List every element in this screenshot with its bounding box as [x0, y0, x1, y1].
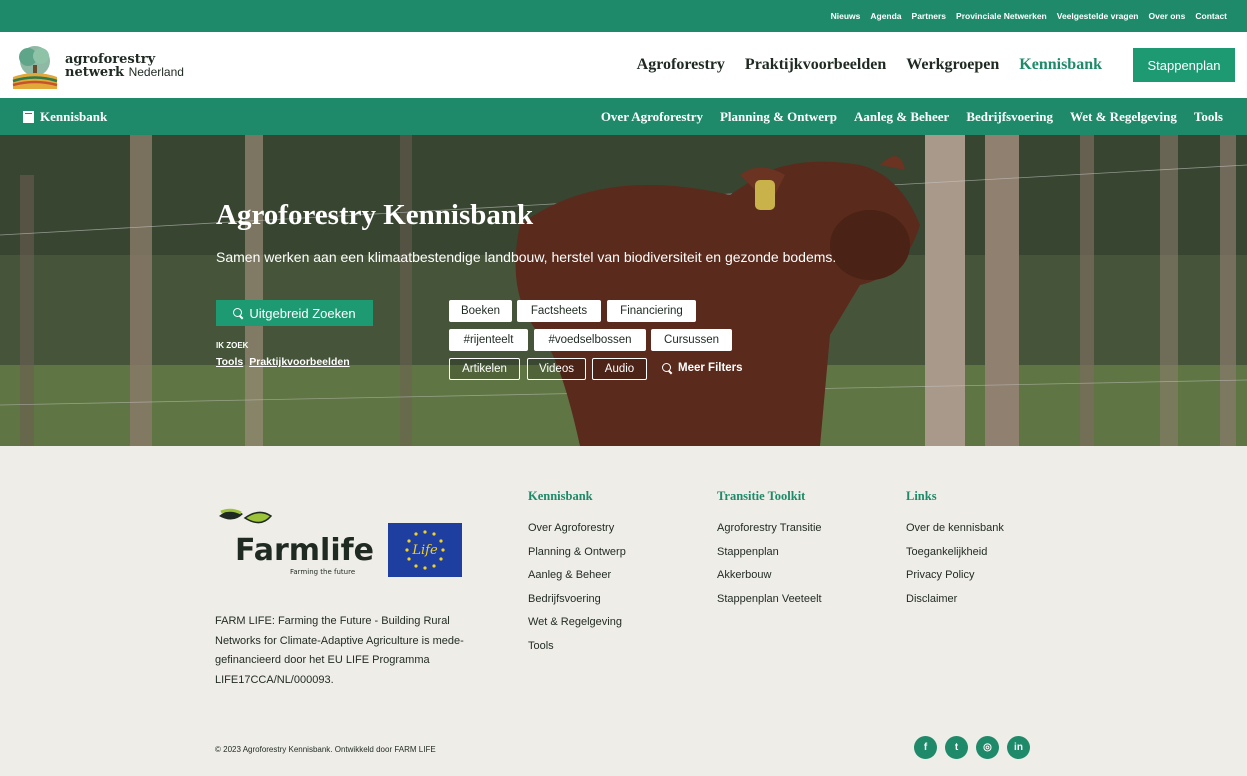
site-header: agroforestry netwerk Nederland Agrofores…: [0, 32, 1247, 98]
hero-background-image: [0, 135, 1247, 446]
hero-title: Agroforestry Kennisbank: [216, 199, 534, 231]
farmlife-logo: Farmlife Farming the future: [219, 508, 374, 576]
tag-voedselbossen[interactable]: #voedselbossen: [534, 329, 646, 351]
footer-col-kennisbank: Kennisbank Over Agroforestry Planning & …: [528, 489, 626, 658]
footer-col-transitie-toolkit: Transitie Toolkit Agroforestry Transitie…: [717, 489, 822, 611]
farmlife-wordmark: Farmlife: [235, 533, 374, 568]
advanced-search-label: Uitgebreid Zoeken: [249, 305, 356, 321]
ikzoek-link-tools[interactable]: Tools: [216, 356, 243, 368]
subnav-planning-ontwerp[interactable]: Planning & Ontwerp: [720, 109, 837, 125]
footer-link-tools[interactable]: Tools: [528, 635, 626, 659]
footer-link-agroforestry-transitie[interactable]: Agroforestry Transitie: [717, 517, 822, 541]
tag-financiering[interactable]: Financiering: [607, 300, 696, 322]
nav-agroforestry[interactable]: Agroforestry: [637, 56, 725, 74]
footer-link-wet-regelgeving[interactable]: Wet & Regelgeving: [528, 611, 626, 635]
utility-link-faq[interactable]: Veelgestelde vragen: [1057, 11, 1139, 21]
utility-link-agenda[interactable]: Agenda: [870, 11, 901, 21]
hero-banner: Agroforestry Kennisbank Samen werken aan…: [0, 135, 1247, 446]
footer-link-stappenplan-veeteelt[interactable]: Stappenplan Veeteelt: [717, 588, 822, 612]
footer-link-disclaimer[interactable]: Disclaimer: [906, 588, 1004, 612]
site-footer: Farmlife Farming the future Life FARM LI…: [0, 446, 1247, 776]
utility-link-contact[interactable]: Contact: [1195, 11, 1227, 21]
advanced-search-button[interactable]: Uitgebreid Zoeken: [216, 300, 373, 326]
nav-praktijkvoorbeelden[interactable]: Praktijkvoorbeelden: [745, 56, 886, 74]
footer-col-links: Links Over de kennisbank Toegankelijkhei…: [906, 489, 1004, 611]
kennisbank-home-label: Kennisbank: [40, 108, 108, 124]
subnav-bedrijfsvoering[interactable]: Bedrijfsvoering: [966, 109, 1053, 125]
eu-life-logo: Life: [388, 523, 462, 577]
subnav-aanleg-beheer[interactable]: Aanleg & Beheer: [854, 109, 949, 125]
linkedin-icon[interactable]: in: [1007, 736, 1030, 759]
more-filters-label: Meer Filters: [678, 362, 743, 374]
footer-link-aanleg-beheer[interactable]: Aanleg & Beheer: [528, 564, 626, 588]
logo-tree-icon: [12, 46, 58, 89]
utility-nav: Nieuws Agenda Partners Provinciale Netwe…: [831, 0, 1227, 32]
tag-cursussen[interactable]: Cursussen: [651, 329, 732, 351]
tag-rijenteelt[interactable]: #rijenteelt: [449, 329, 528, 351]
hero-subtitle: Samen werken aan een klimaatbestendige l…: [216, 249, 837, 265]
subnav-list: Over Agroforestry Planning & Ontwerp Aan…: [601, 98, 1223, 135]
footer-link-over-de-kennisbank[interactable]: Over de kennisbank: [906, 517, 1004, 541]
tag-boeken[interactable]: Boeken: [449, 300, 512, 322]
stappenplan-button[interactable]: Stappenplan: [1133, 48, 1235, 82]
nav-kennisbank[interactable]: Kennisbank: [1019, 56, 1102, 74]
nav-werkgroepen[interactable]: Werkgroepen: [906, 56, 999, 74]
footer-link-akkerbouw[interactable]: Akkerbouw: [717, 564, 822, 588]
footer-link-bedrijfsvoering[interactable]: Bedrijfsvoering: [528, 588, 626, 612]
utility-link-nieuws[interactable]: Nieuws: [831, 11, 861, 21]
tag-factsheets[interactable]: Factsheets: [517, 300, 601, 322]
ikzoek-label: IK ZOEK: [216, 341, 249, 350]
kennisbank-home-link[interactable]: Kennisbank: [23, 98, 107, 135]
utility-link-provinciale-netwerken[interactable]: Provinciale Netwerken: [956, 11, 1047, 21]
social-links: f t ◎ in: [914, 736, 1030, 759]
footer-link-planning-ontwerp[interactable]: Planning & Ontwerp: [528, 541, 626, 565]
tag-artikelen[interactable]: Artikelen: [449, 358, 520, 380]
book-icon: [23, 110, 34, 123]
subnav-tools[interactable]: Tools: [1194, 109, 1223, 125]
search-icon: [233, 308, 243, 318]
footer-link-stappenplan[interactable]: Stappenplan: [717, 541, 822, 565]
farmlife-description: FARM LIFE: Farming the Future - Building…: [215, 615, 464, 686]
tag-videos[interactable]: Videos: [527, 358, 586, 380]
subnav-over-agroforestry[interactable]: Over Agroforestry: [601, 109, 703, 125]
footer-link-over-agroforestry[interactable]: Over Agroforestry: [528, 517, 626, 541]
utility-link-over-ons[interactable]: Over ons: [1149, 11, 1186, 21]
main-nav: Agroforestry Praktijkvoorbeelden Werkgro…: [637, 32, 1102, 98]
filter-search-icon: [662, 363, 672, 373]
instagram-icon[interactable]: ◎: [976, 736, 999, 759]
logo-line-2-suffix: Nederland: [128, 64, 184, 79]
footer-link-privacy-policy[interactable]: Privacy Policy: [906, 564, 1004, 588]
kennisbank-subnav: Kennisbank Over Agroforestry Planning & …: [0, 98, 1247, 135]
utility-bar: Nieuws Agenda Partners Provinciale Netwe…: [0, 0, 1247, 32]
footer-col-title: Transitie Toolkit: [717, 489, 806, 503]
more-filters-link[interactable]: Meer Filters: [662, 362, 743, 374]
logo-line-2: netwerk: [65, 64, 125, 80]
facebook-icon[interactable]: f: [914, 736, 937, 759]
eu-life-wordmark: Life: [411, 543, 438, 558]
twitter-icon[interactable]: t: [945, 736, 968, 759]
site-logo[interactable]: agroforestry netwerk Nederland: [11, 43, 184, 89]
footer-col-title: Links: [906, 489, 937, 503]
tag-audio[interactable]: Audio: [592, 358, 647, 380]
footer-col-title: Kennisbank: [528, 489, 593, 503]
copyright-text: © 2023 Agroforestry Kennisbank. Ontwikke…: [215, 745, 436, 754]
ikzoek-link-praktijkvoorbeelden[interactable]: Praktijkvoorbeelden: [249, 356, 349, 368]
subnav-wet-regelgeving[interactable]: Wet & Regelgeving: [1070, 109, 1177, 125]
ikzoek-links: Tools Praktijkvoorbeelden: [216, 356, 350, 368]
footer-link-toegankelijkheid[interactable]: Toegankelijkheid: [906, 541, 1004, 565]
utility-link-partners[interactable]: Partners: [912, 11, 947, 21]
farmlife-tagline: Farming the future: [290, 568, 355, 576]
